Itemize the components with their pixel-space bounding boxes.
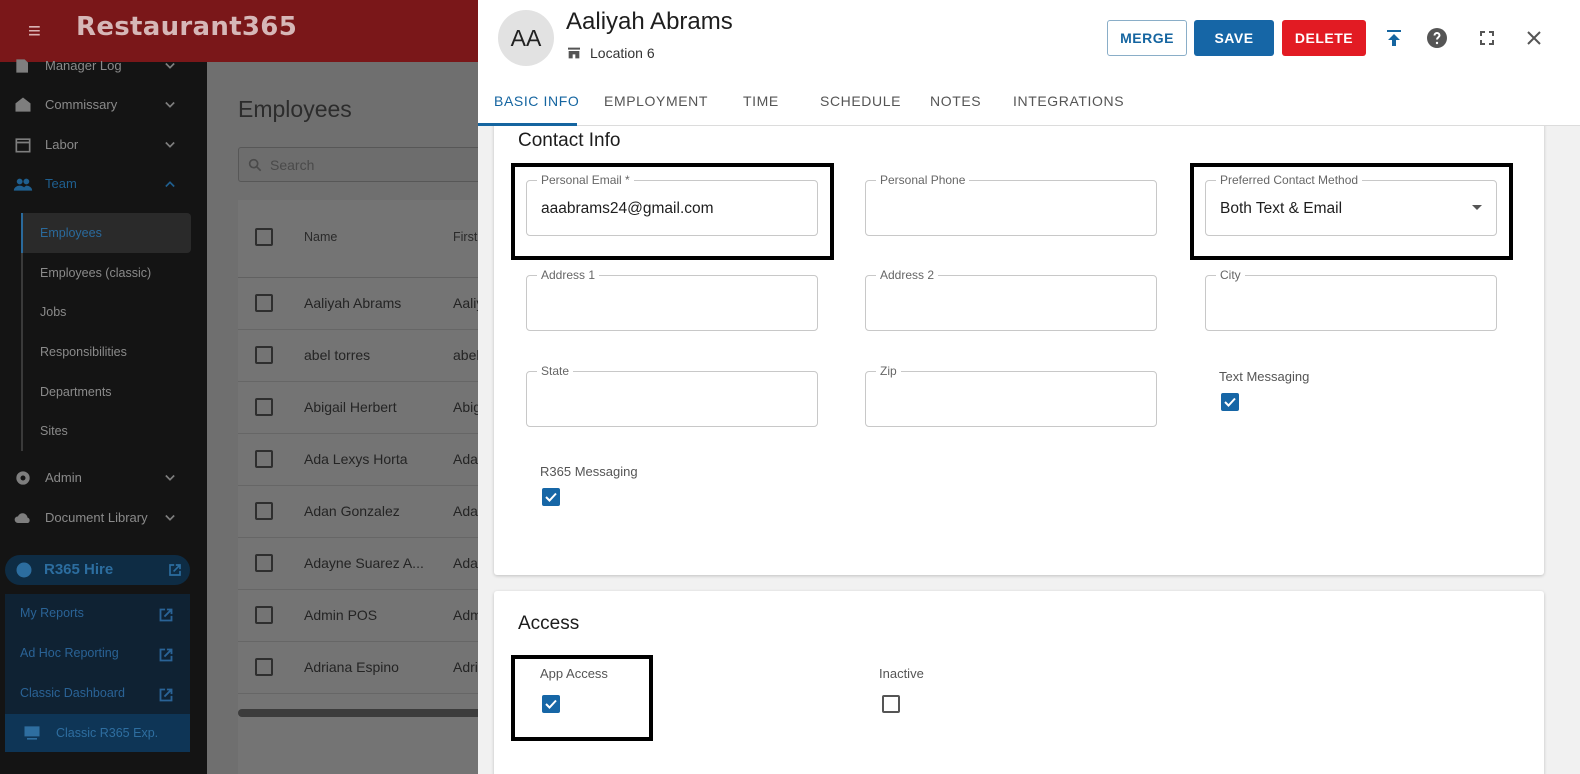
ad-hoc-reporting-link[interactable]: Ad Hoc Reporting	[20, 646, 190, 670]
tab-basic-info[interactable]: BASIC INFO	[494, 93, 579, 109]
search-input[interactable]: Search	[238, 147, 498, 182]
row-checkbox[interactable]	[255, 398, 273, 416]
classic-dashboard-link[interactable]: Classic Dashboard	[20, 686, 190, 710]
row-checkbox[interactable]	[255, 554, 273, 572]
chevron-down-icon	[165, 474, 175, 481]
store-icon	[15, 97, 31, 112]
search-icon	[248, 158, 262, 172]
book-icon	[16, 59, 28, 73]
row-checkbox[interactable]	[255, 346, 273, 364]
sidebar-item-admin[interactable]: Admin	[0, 458, 207, 498]
sidebar-item-labor[interactable]: Labor	[0, 125, 207, 165]
chevron-down-icon	[165, 141, 175, 148]
sidebar-item-commissary[interactable]: Commissary	[0, 85, 207, 125]
my-reports-link[interactable]: My Reports	[20, 606, 190, 630]
highlight-box	[1190, 163, 1513, 260]
sidebar-subitem-employees-classic[interactable]: Employees (classic)	[21, 253, 191, 293]
highlight-box	[511, 655, 653, 741]
menu-icon[interactable]: ≡	[28, 18, 54, 44]
r365-messaging-label: R365 Messaging	[540, 464, 638, 479]
calendar-icon	[15, 138, 31, 153]
table-row[interactable]: Aaliyah Abrams Aaliy	[238, 278, 498, 330]
employees-table: Name First Aaliyah Abrams Aaliy abel torr…	[238, 200, 498, 774]
sidebar-item-team[interactable]: Team	[0, 164, 207, 204]
fullscreen-icon[interactable]	[1475, 26, 1499, 50]
highlight-box	[511, 163, 834, 260]
zip-field[interactable]: Zip	[865, 364, 1157, 427]
external-link-icon	[159, 688, 173, 702]
cloud-icon	[14, 513, 30, 523]
r365-messaging-checkbox[interactable]	[542, 488, 560, 506]
switch-icon	[24, 726, 40, 740]
external-link-icon	[169, 564, 181, 576]
external-link-icon	[159, 648, 173, 662]
gear-icon	[16, 471, 30, 485]
sidebar-subitem-employees[interactable]: Employees	[21, 213, 191, 253]
table-row[interactable]: Ada Lexys Horta Ada	[238, 434, 498, 486]
text-messaging-label: Text Messaging	[1219, 369, 1310, 384]
chevron-down-icon	[165, 62, 175, 69]
inactive-checkbox[interactable]	[882, 695, 900, 713]
inactive-label: Inactive	[879, 666, 924, 681]
external-link-icon	[159, 608, 173, 622]
help-icon[interactable]	[1425, 26, 1449, 50]
sidebar-item-document-library[interactable]: Document Library	[0, 498, 207, 538]
state-field[interactable]: State	[526, 364, 818, 427]
address1-field[interactable]: Address 1	[526, 268, 818, 331]
table-row[interactable]: Adayne Suarez A... Ada	[238, 538, 498, 590]
sidebar-subitem-responsibilities[interactable]: Responsibilities	[21, 332, 191, 372]
people-icon	[13, 178, 33, 191]
brand-logo: Restaurant365	[76, 12, 298, 42]
personal-phone-field[interactable]: Personal Phone	[865, 173, 1157, 236]
chevron-down-icon	[165, 514, 175, 521]
sidebar-subitem-jobs[interactable]: Jobs	[21, 292, 191, 332]
employee-name: Aaliyah Abrams	[566, 8, 733, 35]
r365-hire-link[interactable]: R365 Hire	[5, 555, 190, 585]
access-title: Access	[518, 613, 580, 634]
save-button[interactable]: SAVE	[1194, 20, 1274, 56]
sidebar-subitem-sites[interactable]: Sites	[21, 411, 191, 451]
table-row[interactable]: Admin POS Adm	[238, 590, 498, 642]
publish-icon[interactable]	[1382, 26, 1406, 50]
row-checkbox[interactable]	[255, 658, 273, 676]
table-row[interactable]: abel torres abel	[238, 330, 498, 382]
close-icon[interactable]	[1522, 26, 1546, 50]
avatar: AA	[498, 10, 554, 66]
store-icon	[568, 47, 580, 59]
row-checkbox[interactable]	[255, 294, 273, 312]
tab-bar: BASIC INFO EMPLOYMENT TIME SCHEDULE NOTE…	[478, 80, 1580, 126]
tab-notes[interactable]: NOTES	[930, 93, 981, 109]
hire-icon	[16, 562, 32, 578]
address2-field[interactable]: Address 2	[865, 268, 1157, 331]
tab-employment[interactable]: EMPLOYMENT	[604, 93, 708, 109]
delete-button[interactable]: DELETE	[1282, 20, 1366, 56]
page-title: Employees	[238, 96, 352, 122]
text-messaging-checkbox[interactable]	[1221, 393, 1239, 411]
row-checkbox[interactable]	[255, 450, 273, 468]
chevron-up-icon	[165, 181, 175, 188]
tab-integrations[interactable]: INTEGRATIONS	[1013, 93, 1124, 109]
table-row[interactable]: Abigail Herbert Abig	[238, 382, 498, 434]
row-checkbox[interactable]	[255, 606, 273, 624]
table-row[interactable]: Adriana Espino Adri	[238, 642, 498, 694]
sidebar-subitem-departments[interactable]: Departments	[21, 372, 191, 412]
table-header: Name First	[238, 200, 498, 278]
table-horizontal-scrollbar[interactable]	[238, 709, 488, 717]
classic-r365-button[interactable]: Classic R365 Exp.	[5, 714, 190, 752]
contact-info-title: Contact Info	[518, 130, 621, 151]
tab-time[interactable]: TIME	[743, 93, 779, 109]
sidebar-item-manager-log[interactable]: Manager Log	[0, 46, 207, 86]
chevron-down-icon	[165, 101, 175, 108]
table-row[interactable]: Adan Gonzalez Ada	[238, 486, 498, 538]
select-all-checkbox[interactable]	[255, 228, 273, 246]
row-checkbox[interactable]	[255, 502, 273, 520]
city-field[interactable]: City	[1205, 268, 1497, 331]
merge-button[interactable]: MERGE	[1107, 20, 1187, 56]
tab-schedule[interactable]: SCHEDULE	[820, 93, 901, 109]
